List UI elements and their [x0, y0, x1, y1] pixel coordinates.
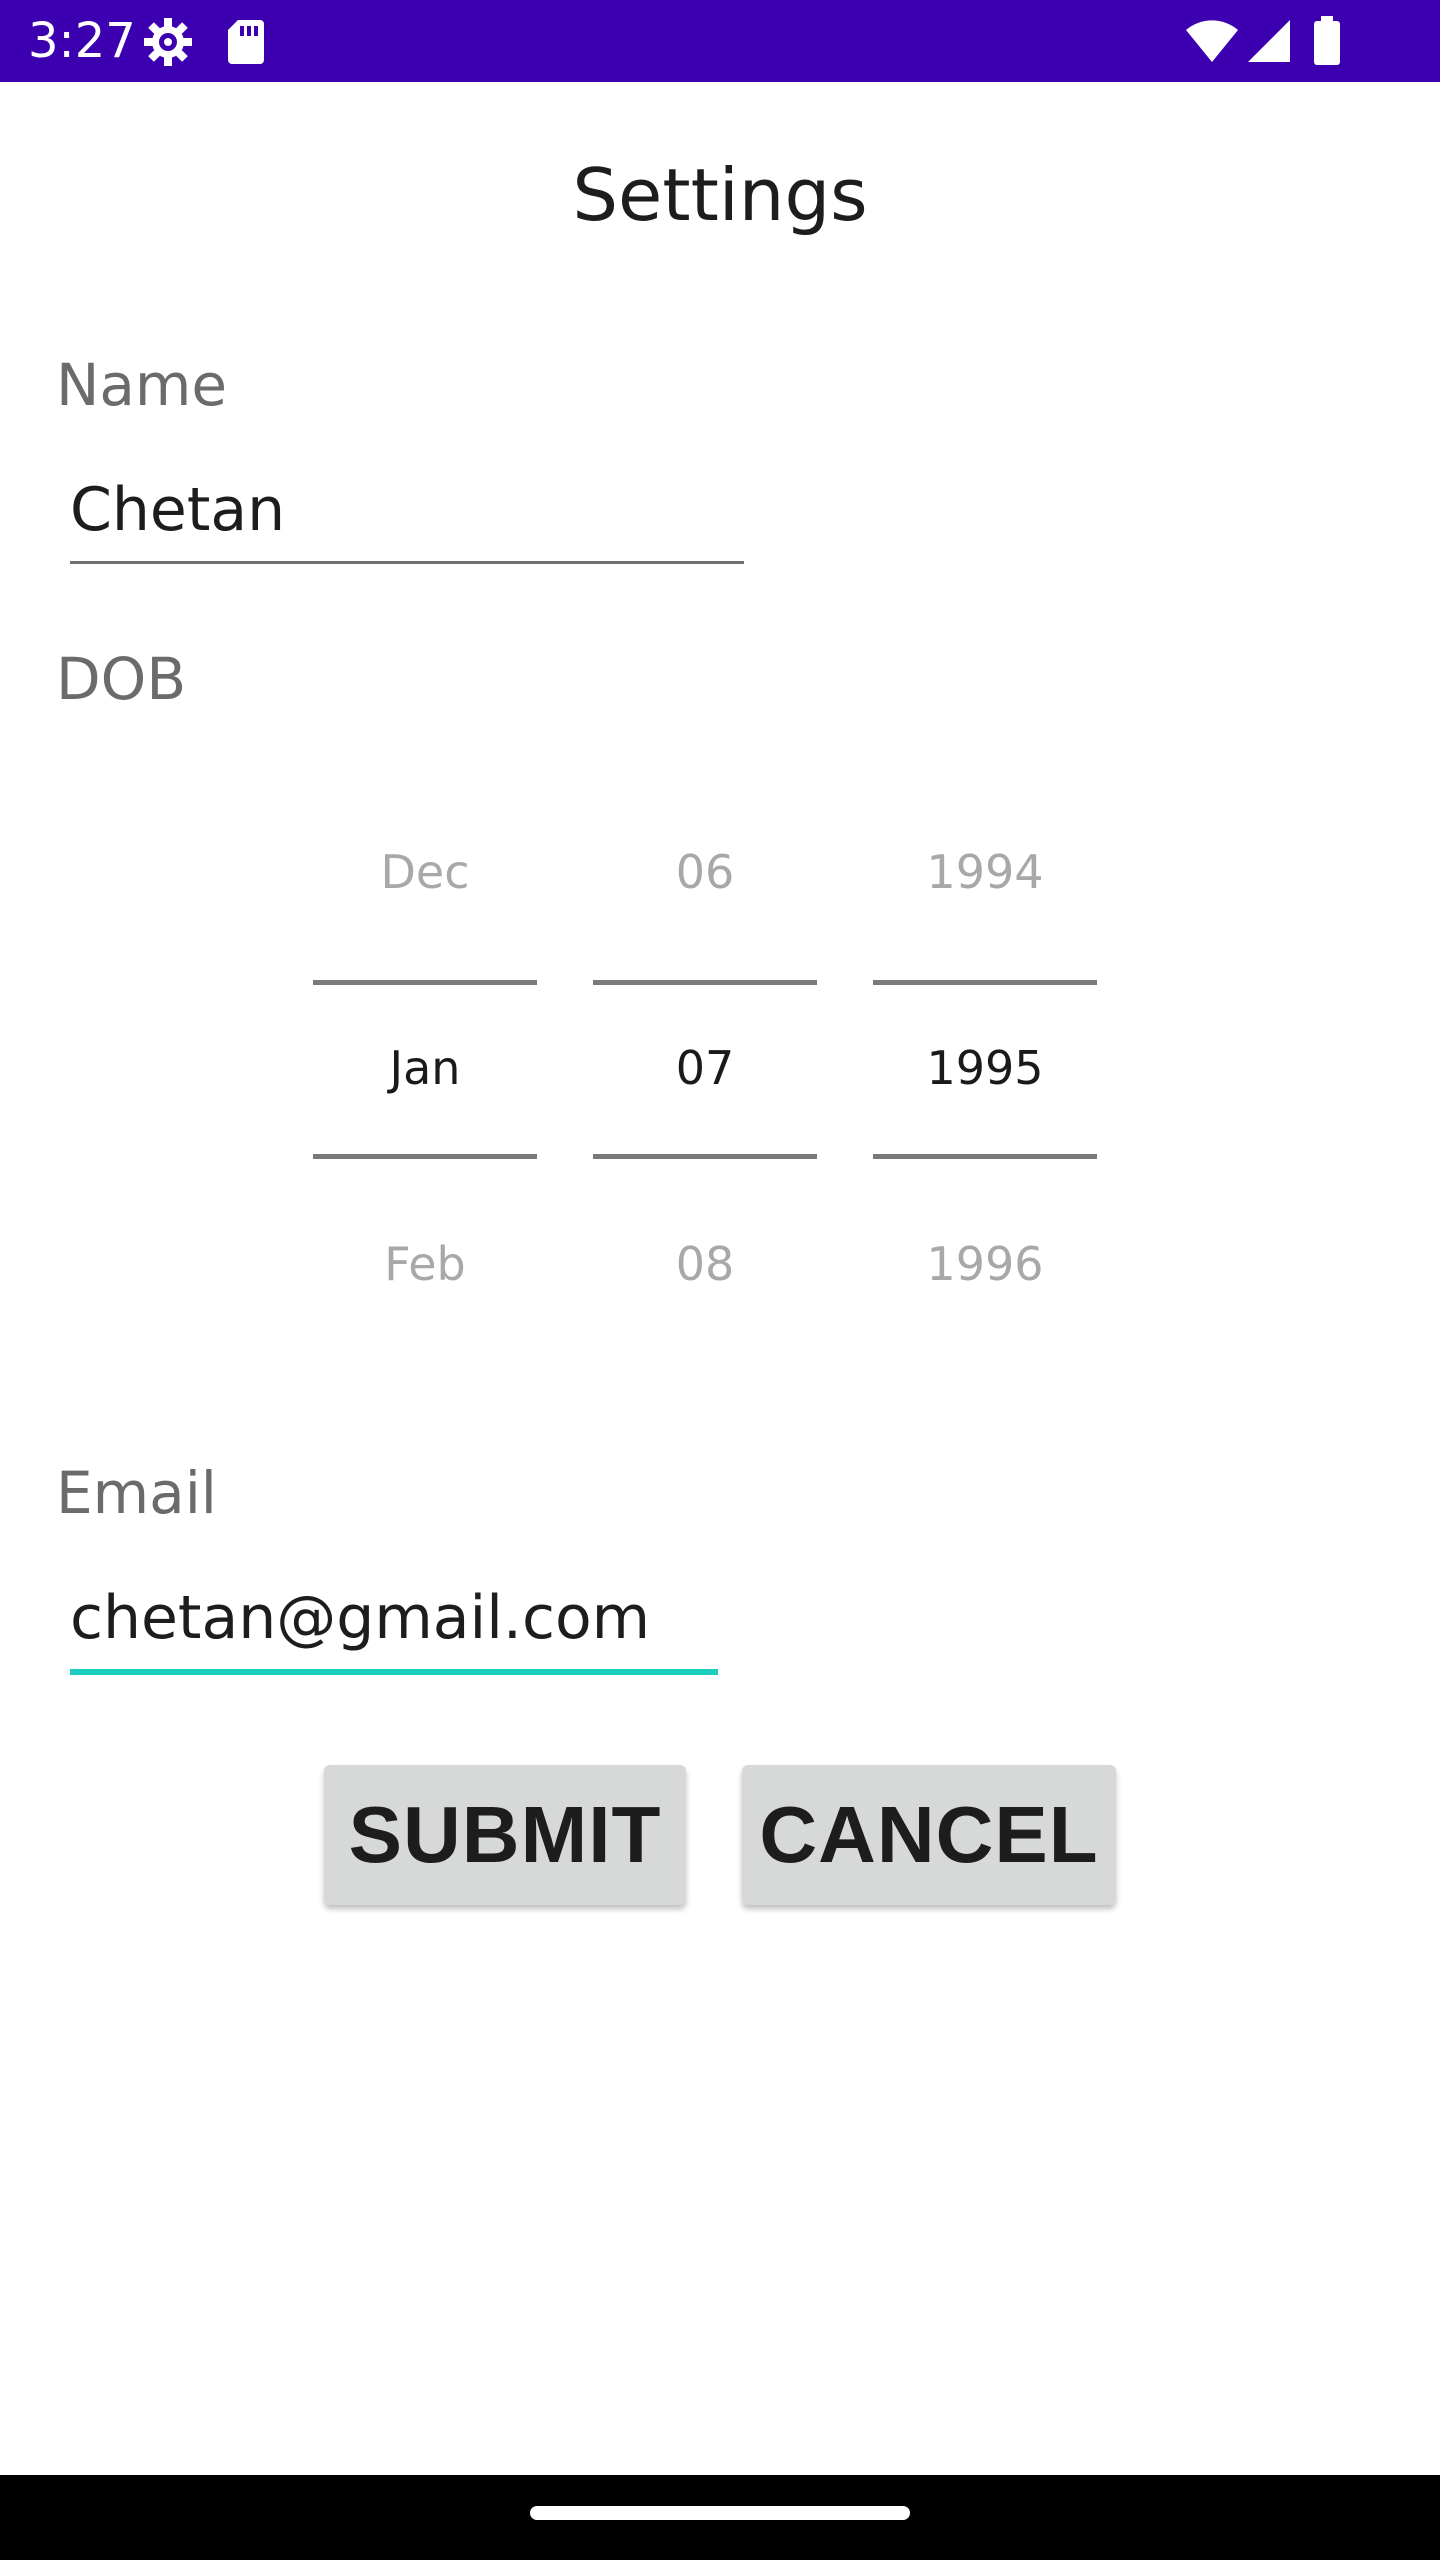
year-prev[interactable]: 1994 — [873, 844, 1097, 900]
month-selected[interactable]: Jan — [313, 1040, 537, 1096]
email-field[interactable] — [70, 1574, 718, 1662]
day-picker[interactable]: 06 07 08 — [593, 820, 817, 1300]
name-field[interactable] — [70, 466, 744, 554]
year-divider-top — [873, 980, 1097, 985]
year-picker[interactable]: 1994 1995 1996 — [873, 820, 1097, 1300]
dob-label: DOB — [56, 645, 187, 713]
sd-card-icon — [226, 18, 266, 71]
year-next[interactable]: 1996 — [873, 1236, 1097, 1292]
status-time: 3:27 — [28, 13, 136, 69]
settings-gear-icon — [142, 16, 194, 73]
home-indicator[interactable] — [530, 2506, 910, 2520]
name-field-underline — [70, 561, 744, 564]
settings-screen: 3:27 Settings Name Chetan DOB Dec Jan Fe… — [0, 0, 1440, 2560]
signal-icon — [1246, 18, 1292, 69]
battery-icon — [1312, 16, 1342, 71]
day-divider-top — [593, 980, 817, 985]
name-label: Name — [56, 351, 228, 419]
page-title: Settings — [572, 153, 868, 237]
submit-button[interactable]: SUBMIT — [324, 1765, 686, 1905]
month-divider-bottom — [313, 1154, 537, 1159]
day-selected[interactable]: 07 — [593, 1040, 817, 1096]
wifi-icon — [1184, 18, 1240, 69]
month-next[interactable]: Feb — [313, 1236, 537, 1292]
day-next[interactable]: 08 — [593, 1236, 817, 1292]
day-divider-bottom — [593, 1154, 817, 1159]
navigation-bar — [0, 2475, 1440, 2560]
day-prev[interactable]: 06 — [593, 844, 817, 900]
year-selected[interactable]: 1995 — [873, 1040, 1097, 1096]
month-picker[interactable]: Dec Jan Feb — [313, 820, 537, 1300]
cancel-button[interactable]: CANCEL — [742, 1765, 1116, 1905]
email-field-underline — [70, 1669, 718, 1675]
year-divider-bottom — [873, 1154, 1097, 1159]
month-divider-top — [313, 980, 537, 985]
email-label: Email — [56, 1459, 217, 1527]
month-prev[interactable]: Dec — [313, 844, 537, 900]
status-bar: 3:27 — [0, 0, 1440, 82]
